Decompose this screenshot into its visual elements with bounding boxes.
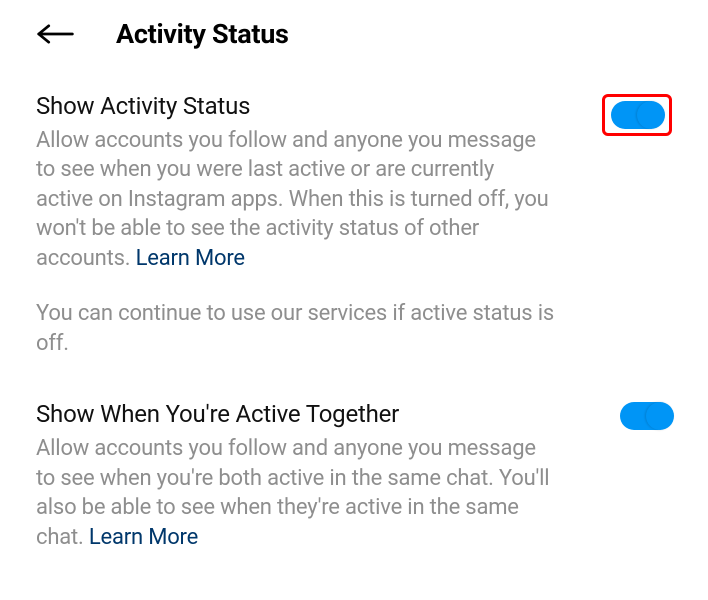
setting-title: Show When You're Active Together [36, 400, 556, 428]
back-arrow-icon[interactable] [36, 22, 76, 46]
setting-note: You can continue to use our services if … [36, 299, 556, 358]
learn-more-link[interactable]: Learn More [89, 525, 198, 550]
toggle-knob [646, 402, 674, 430]
activity-status-toggle[interactable] [611, 101, 663, 129]
toggle-highlight-box [602, 94, 672, 136]
learn-more-link[interactable]: Learn More [136, 246, 245, 271]
page-title: Activity Status [116, 18, 289, 50]
setting-title: Show Activity Status [36, 92, 556, 120]
header-bar: Activity Status [0, 0, 708, 74]
setting-description: Allow accounts you follow and anyone you… [36, 126, 556, 273]
toggle-knob [637, 101, 665, 129]
setting-description-text: Allow accounts you follow and anyone you… [36, 128, 549, 271]
setting-active-together: Show When You're Active Together Allow a… [36, 400, 672, 552]
active-together-toggle[interactable] [620, 402, 672, 430]
setting-description: Allow accounts you follow and anyone you… [36, 434, 556, 552]
setting-show-activity-status: Show Activity Status Allow accounts you … [36, 92, 672, 358]
settings-list: Show Activity Status Allow accounts you … [0, 74, 708, 552]
